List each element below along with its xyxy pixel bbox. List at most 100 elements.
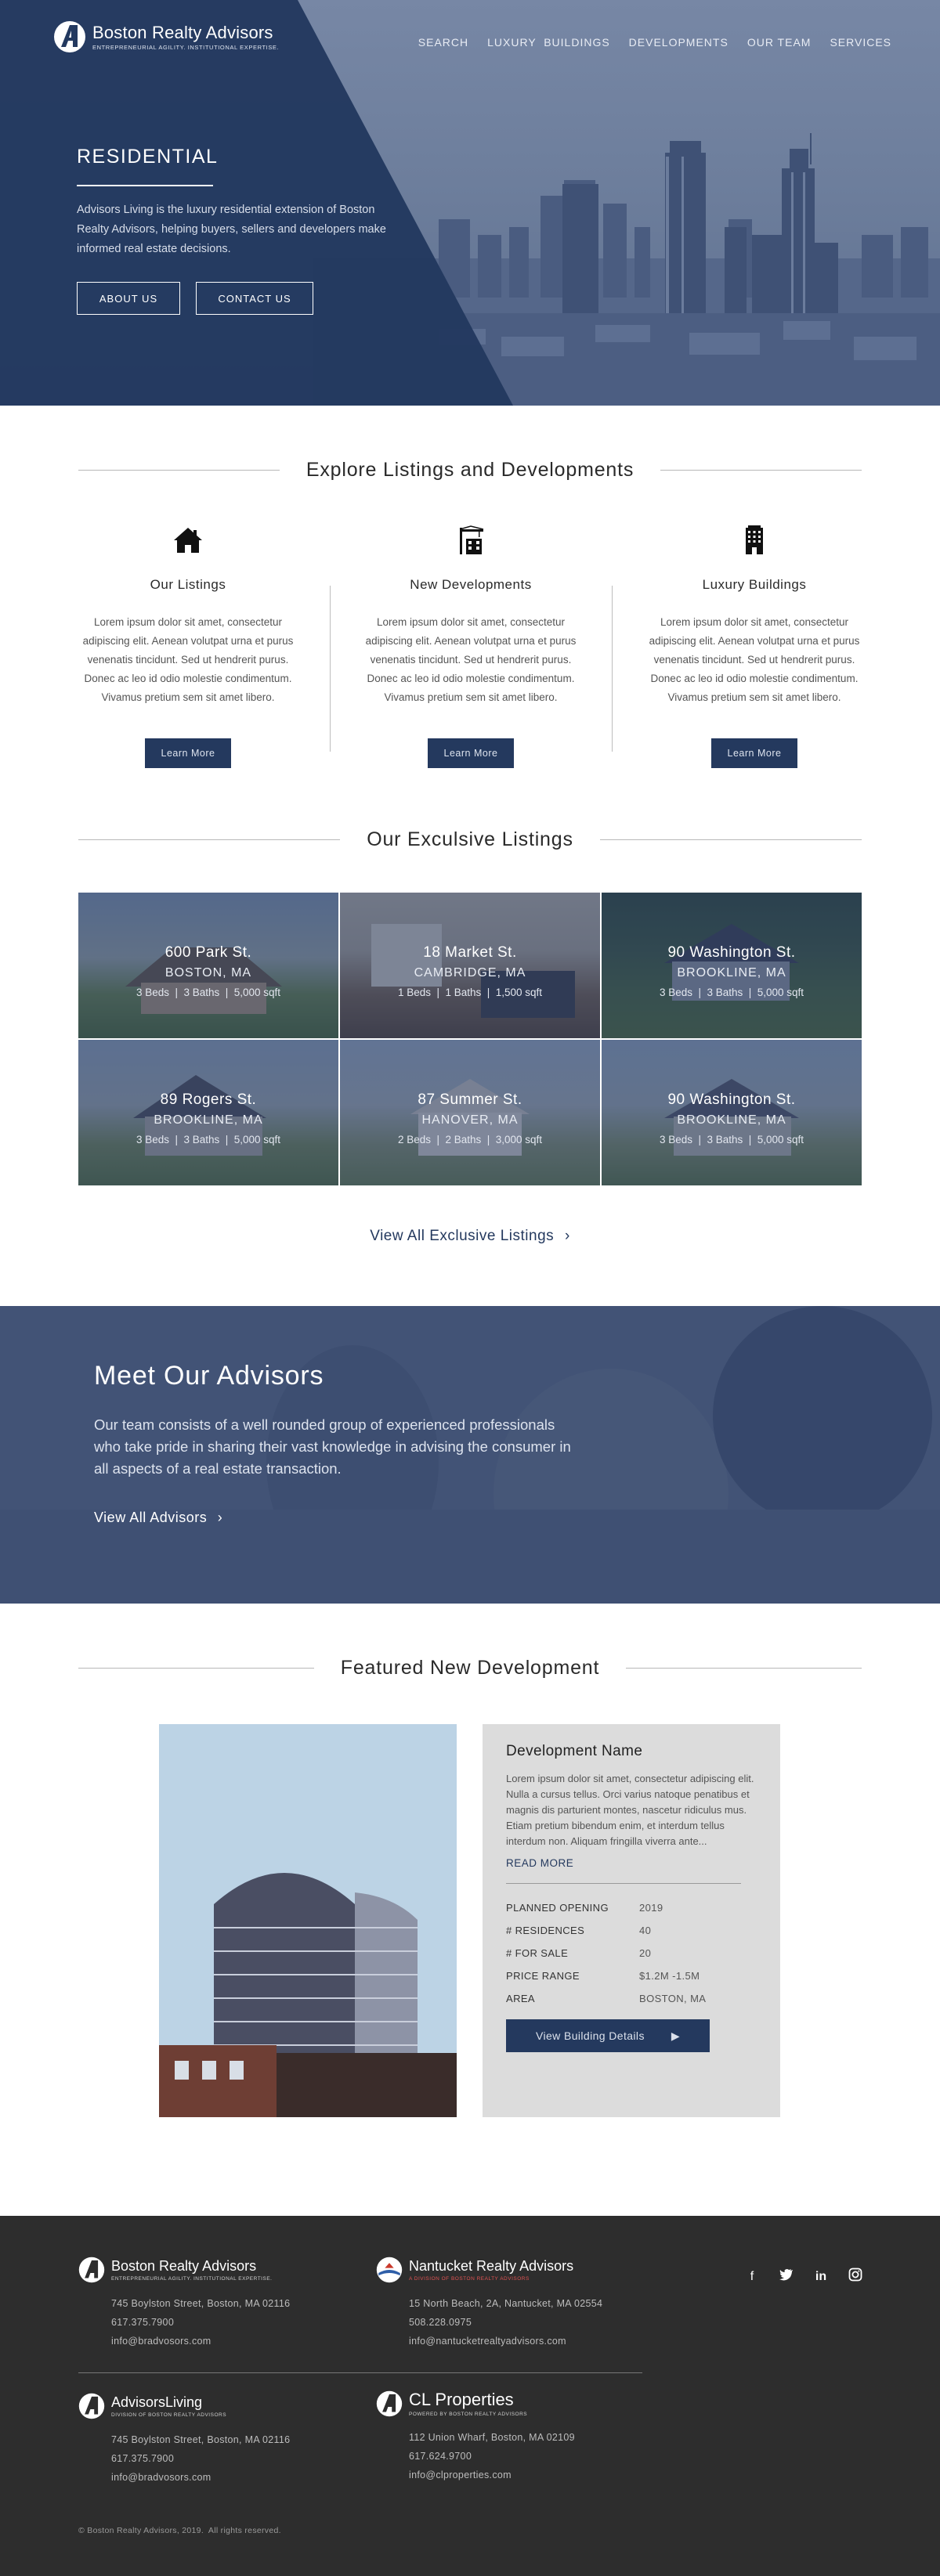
view-building-details-label: View Building Details [535,2029,645,2042]
listing-card[interactable]: 18 Market St. CAMBRIDGE, MA 1 Beds | 1 B… [340,893,600,1038]
heading-rule-left [78,1668,314,1669]
footer-phone[interactable]: 617.375.7900 [111,2313,345,2332]
footer-phone[interactable]: 508.228.0975 [409,2313,642,2332]
listing-info: 87 Summer St. HANOVER, MA 2 Beds | 2 Bat… [340,1091,600,1145]
listings-heading: Our Exculsive Listings [78,828,862,851]
fact-value: BOSTON, MA [639,1993,707,2004]
advisors-heading: Meet Our Advisors [94,1361,324,1391]
development-description: Lorem ipsum dolor sit amet, consectetur … [506,1773,754,1847]
fact-label: AREA [506,1993,536,2004]
heading-rule-right [660,470,862,471]
fact-value: 40 [639,1925,652,1936]
play-arrow-icon: ▶ [671,2029,681,2042]
footer-company-bra: Boston Realty Advisors ENTREPRENEURIAL AG… [78,2257,345,2351]
card-divider [506,1883,741,1884]
learn-more-button[interactable]: Learn More [145,738,231,768]
listing-meta: 3 Beds | 3 Baths | 5,000 sqft [136,1134,281,1145]
fact-row: PRICE RANGE $1.2M -1.5M [506,1964,706,1987]
social-links: f in [744,2268,863,2286]
footer-brand[interactable]: CL Properties POWERED BY BOSTON REALTY AD… [376,2390,642,2417]
listing-card[interactable]: 90 Washington St. BROOKLINE, MA 3 Beds |… [602,893,862,1038]
footer-email[interactable]: info@nantucketrealtyadvisors.com [409,2332,642,2351]
logo-mark-icon [78,2393,105,2419]
nav-developments[interactable]: DEVELOPMENTS [629,36,728,49]
footer-email[interactable]: info@bradvosors.com [111,2332,345,2351]
footer-email[interactable]: info@clproperties.com [409,2466,642,2484]
advisors-text: Our team consists of a well rounded grou… [94,1416,571,1477]
listing-info: 18 Market St. CAMBRIDGE, MA 1 Beds | 1 B… [340,944,600,998]
footer-address: 15 North Beach, 2A, Nantucket, MA 02554 [409,2298,603,2309]
copyright-icon: © [78,2526,85,2535]
view-building-details-button[interactable]: View Building Details ▶ [506,2019,710,2052]
hero-divider [77,185,213,186]
footer-brand[interactable]: AdvisorsLiving DIVISION OF BOSTON REALTY … [78,2393,345,2419]
view-all-listings-link[interactable]: View All Exclusive Listings › [0,1228,940,1245]
fact-label: PLANNED OPENING [506,1902,609,1914]
footer-email[interactable]: info@bradvosors.com [111,2468,345,2487]
footer-brand-tagline: POWERED BY BOSTON REALTY ADVISORS [409,2412,528,2417]
listings-grid: 600 Park St. BOSTON, MA 3 Beds | 3 Baths… [78,893,862,1185]
footer-contact: 15 North Beach, 2A, Nantucket, MA 02554 … [376,2294,642,2351]
brand-name: Boston Realty Advisors [92,22,273,42]
chevron-right-icon: › [217,1510,223,1525]
nantucket-logo-icon [376,2257,403,2283]
twitter-icon[interactable] [779,2268,794,2285]
listing-card[interactable]: 600 Park St. BOSTON, MA 3 Beds | 3 Baths… [78,893,338,1038]
brand-logo[interactable]: Boston Realty Advisors ENTREPRENEURIAL A… [53,20,279,53]
footer-brand-name: Nantucket Realty Advisors [409,2258,574,2274]
footer-brand[interactable]: Nantucket Realty Advisors A DIVISION OF B… [376,2257,642,2283]
tower-image [159,1724,457,2117]
listing-address: 89 Rogers St. [160,1091,257,1108]
explore-card-luxury-buildings: Luxury Buildings Lorem ipsum dolor sit a… [613,525,895,768]
read-more-link[interactable]: READ MORE [506,1857,757,1869]
footer-address: 112 Union Wharf, Boston, MA 02109 [409,2432,575,2443]
footer-address: 745 Boylston Street, Boston, MA 02116 [111,2298,291,2309]
facebook-icon[interactable]: f [744,2270,760,2284]
learn-more-button[interactable]: Learn More [711,738,797,768]
nav-search[interactable]: SEARCH [418,36,468,49]
main-nav: SEARCH LUXURY BUILDINGS DEVELOPMENTS OUR… [418,36,891,49]
heading-rule-right [599,839,862,840]
nav-services[interactable]: SERVICES [830,36,891,49]
listing-city: BROOKLINE, MA [677,966,786,980]
listing-card[interactable]: 87 Summer St. HANOVER, MA 2 Beds | 2 Bat… [340,1040,600,1185]
listing-city: BROOKLINE, MA [154,1113,263,1127]
explore-card-body: Lorem ipsum dolor sit amet, consectetur … [82,616,294,703]
listing-city: HANOVER, MA [421,1113,519,1127]
building-icon [746,525,763,554]
instagram-icon[interactable] [848,2268,863,2286]
listing-info: 90 Washington St. BROOKLINE, MA 3 Beds |… [602,944,862,998]
hero-title: RESIDENTIAL [77,146,219,168]
hero-description: Advisors Living is the luxury residentia… [77,204,386,255]
footer-company-advisors-living: AdvisorsLiving DIVISION OF BOSTON REALTY … [78,2393,345,2487]
page: Boston Realty Advisors ENTREPRENEURIAL A… [0,0,940,2576]
listing-meta: 3 Beds | 3 Baths | 5,000 sqft [136,987,281,998]
nav-our-team[interactable]: OUR TEAM [747,36,812,49]
fact-row: # RESIDENCES 40 [506,1919,706,1942]
footer-company-nantucket: Nantucket Realty Advisors A DIVISION OF B… [376,2257,642,2351]
listing-meta: 2 Beds | 2 Baths | 3,000 sqft [397,1134,543,1145]
view-all-advisors-link[interactable]: View All Advisors › [94,1510,222,1526]
footer-brand[interactable]: Boston Realty Advisors ENTREPRENEURIAL AG… [78,2257,345,2283]
learn-more-button[interactable]: Learn More [428,738,514,768]
view-all-advisors-label: View All Advisors [94,1510,208,1525]
listing-card[interactable]: 90 Washington St. BROOKLINE, MA 3 Beds |… [602,1040,862,1185]
nav-luxury-buildings[interactable]: LUXURY BUILDINGS [487,36,610,49]
footer-phone[interactable]: 617.624.9700 [409,2447,642,2466]
listing-card[interactable]: 89 Rogers St. BROOKLINE, MA 3 Beds | 3 B… [78,1040,338,1185]
listing-address: 90 Washington St. [667,944,796,961]
footer-brand-name: AdvisorsLiving [111,2394,203,2410]
explore-heading-text: Explore Listings and Developments [306,459,634,481]
copyright: © Boston Realty Advisors, 2019. All righ… [78,2526,281,2535]
linkedin-icon[interactable]: in [813,2270,829,2284]
footer-brand-tagline: ENTREPRENEURIAL AGILITY. INSTITUTIONAL E… [111,2276,273,2282]
explore-card-body: Lorem ipsum dolor sit amet, consectetur … [365,616,577,703]
footer-phone[interactable]: 617.375.7900 [111,2449,345,2468]
explore-card-body: Lorem ipsum dolor sit amet, consectetur … [649,616,860,703]
listing-info: 90 Washington St. BROOKLINE, MA 3 Beds |… [602,1091,862,1145]
about-us-button[interactable]: ABOUT US [77,282,180,315]
explore-card-title: Luxury Buildings [702,577,807,592]
heading-rule-left [78,839,341,840]
contact-us-button[interactable]: CONTACT US [196,282,313,315]
listing-meta: 1 Beds | 1 Baths | 1,500 sqft [397,987,543,998]
